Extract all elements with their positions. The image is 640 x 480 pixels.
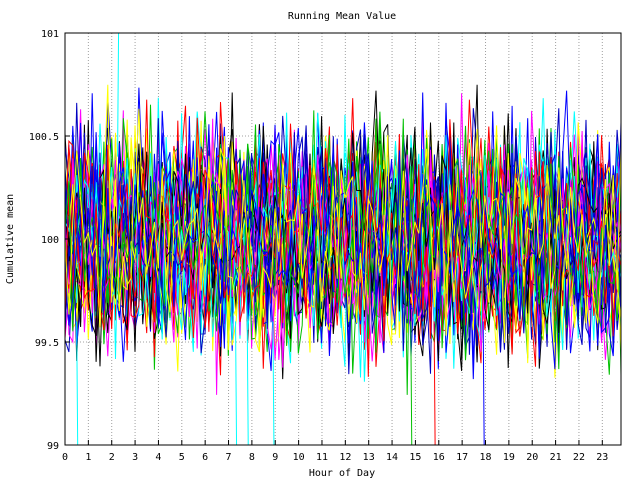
x-axis-label: Hour of Day <box>309 468 375 479</box>
x-tick-label: 9 <box>272 452 278 463</box>
spike-line <box>117 33 120 157</box>
series-group <box>65 33 621 445</box>
y-tick-label: 99.5 <box>35 338 59 349</box>
chart-title: Running Mean Value <box>288 11 396 22</box>
spike-line <box>272 321 275 445</box>
x-tick-label: 11 <box>316 452 328 463</box>
x-tick-label: 10 <box>293 452 305 463</box>
x-tick-label: 6 <box>202 452 208 463</box>
y-tick-label: 101 <box>41 29 59 40</box>
x-tick-label: 14 <box>386 452 398 463</box>
x-tick-label: 13 <box>363 452 375 463</box>
spike-line <box>235 321 238 445</box>
x-tick-label: 3 <box>132 452 138 463</box>
x-tick-label: 8 <box>249 452 255 463</box>
x-tick-label: 12 <box>339 452 351 463</box>
y-tick-label: 100 <box>41 235 59 246</box>
y-ticks: 99 99.5 100 100.5 101 <box>29 29 70 452</box>
x-tick-label: 1 <box>85 452 91 463</box>
x-tick-label: 2 <box>109 452 115 463</box>
x-tick-label: 18 <box>479 452 491 463</box>
y-tick-label: 100.5 <box>29 132 59 143</box>
x-tick-label: 22 <box>573 452 585 463</box>
x-tick-label: 4 <box>155 452 161 463</box>
x-tick-label: 17 <box>456 452 468 463</box>
y-axis-label: Cumulative mean <box>5 194 16 284</box>
x-tick-label: 19 <box>503 452 515 463</box>
x-tick-label: 0 <box>62 452 68 463</box>
x-ticks: 0 1 2 3 4 5 6 7 8 9 10 11 12 13 14 15 16 17 18 19 20 21 22 23 <box>62 440 608 463</box>
y-tick-label: 99 <box>47 441 59 452</box>
x-tick-label: 5 <box>179 452 185 463</box>
x-tick-label: 16 <box>433 452 445 463</box>
running-mean-chart: Running Mean Value 0 1 2 3 4 5 6 7 8 9 10 11 12 13 14 1… <box>5 11 622 479</box>
x-tick-label: 15 <box>409 452 421 463</box>
x-tick-label: 23 <box>596 452 608 463</box>
x-tick-label: 21 <box>550 452 562 463</box>
x-tick-label: 20 <box>526 452 538 463</box>
x-tick-label: 7 <box>226 452 232 463</box>
spike-line <box>482 321 485 445</box>
